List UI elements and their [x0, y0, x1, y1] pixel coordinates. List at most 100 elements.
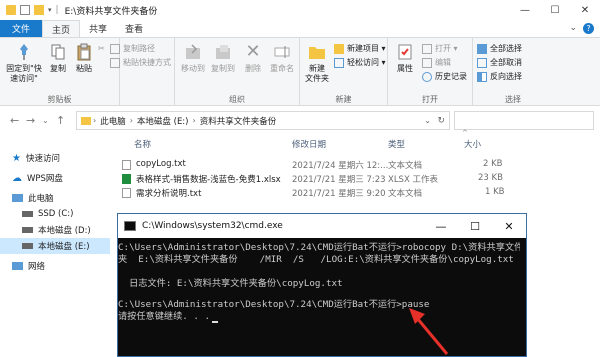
quick-access-toolbar: ▾ |: [0, 5, 59, 15]
nav-local-d[interactable]: 本地磁盘 (D:): [0, 222, 110, 238]
move-to-label: 移动到: [181, 64, 205, 73]
cmd-minimize-button[interactable]: —: [424, 214, 458, 238]
drive-icon: [22, 243, 33, 249]
refresh-icon[interactable]: ↻: [437, 116, 445, 126]
new-item-button[interactable]: 新建项目 ▾: [334, 43, 386, 54]
select-none-label: 全部取消: [490, 58, 522, 67]
file-date: 2021/7/21 星期三 7:23: [292, 175, 386, 185]
column-header-size[interactable]: 大小: [464, 138, 481, 150]
copy-to-button[interactable]: 复制到: [209, 42, 237, 74]
select-all-label: 全部选择: [490, 44, 522, 53]
new-item-icon: [334, 43, 344, 54]
delete-button[interactable]: ✕ 删除: [241, 42, 265, 74]
nav-network[interactable]: 网络: [0, 258, 110, 274]
help-icon[interactable]: ?: [583, 23, 594, 34]
select-none-button[interactable]: 全部取消: [477, 57, 522, 68]
address-dropdown-icon[interactable]: ⌄: [424, 116, 431, 125]
select-none-icon: [477, 57, 487, 68]
nav-ssd-c[interactable]: SSD (C:): [0, 206, 110, 222]
up-arrow-icon[interactable]: ↑: [56, 114, 65, 127]
properties-icon[interactable]: [20, 5, 30, 15]
history-button[interactable]: 历史记录: [422, 71, 467, 82]
console-line: 请按任意键继续. . .: [118, 311, 210, 322]
nav-this-pc[interactable]: 此电脑: [0, 190, 110, 206]
nav-local-e[interactable]: 本地磁盘 (E:): [0, 238, 110, 254]
close-button[interactable]: ✕: [570, 0, 600, 20]
minimize-button[interactable]: —: [510, 0, 540, 20]
move-to-icon: [182, 42, 204, 62]
file-type: 文本文档: [388, 161, 423, 171]
file-date: 2021/7/24 星期六 12:...: [292, 161, 389, 171]
nav-quick-access-label: 快速访问: [25, 154, 60, 164]
collapse-chevron-icon[interactable]: ^: [462, 129, 468, 137]
open-group-label: 打开: [422, 95, 438, 104]
select-group-label: 选择: [505, 95, 521, 104]
folder-icon: [6, 5, 16, 15]
open-group: 属性 打开 ▾ 编辑 历史记录 打开: [388, 38, 473, 107]
tab-home[interactable]: 主页: [42, 20, 81, 37]
breadcrumb-folder[interactable]: 资料共享文件夹备份: [200, 115, 277, 127]
cmd-scrollbar[interactable]: [520, 238, 526, 356]
breadcrumb-this-pc[interactable]: 此电脑: [100, 115, 126, 127]
text-cursor: [211, 320, 218, 323]
file-size: 1 KB: [485, 187, 505, 197]
cloud-icon: ☁: [12, 172, 22, 184]
excel-file-icon: [122, 174, 131, 184]
edit-icon: [422, 57, 432, 68]
move-to-button[interactable]: 移动到: [179, 42, 207, 74]
properties-label: 属性: [397, 64, 413, 73]
column-header-name[interactable]: 名称: [134, 138, 151, 150]
open-button[interactable]: 打开 ▾: [422, 43, 458, 54]
search-input[interactable]: [454, 111, 594, 130]
new-group-label: 新建: [335, 95, 352, 104]
cmd-maximize-button[interactable]: ☐: [458, 214, 492, 238]
new-group: 新建 文件夹 新建项目 ▾ 轻松访问 ▾ 新建: [300, 38, 388, 107]
easy-access-button[interactable]: 轻松访问 ▾: [334, 57, 386, 68]
file-type: 文本文档: [388, 189, 423, 199]
column-header-type[interactable]: 类型: [388, 138, 405, 150]
cmd-title-bar[interactable]: C:\Windows\system32\cmd.exe — ☐ ✕: [118, 214, 526, 238]
computer-icon: [12, 194, 23, 202]
file-date: 2021/7/21 星期三 9:20: [292, 189, 386, 199]
tab-share[interactable]: 共享: [80, 20, 116, 37]
breadcrumb-drive-e[interactable]: 本地磁盘 (E:): [137, 115, 189, 127]
text-file-icon: [122, 188, 131, 198]
cmd-title: C:\Windows\system32\cmd.exe: [142, 221, 283, 231]
ribbon-tabs: 文件 主页 共享 查看 ⌄ ?: [0, 20, 600, 37]
address-bar[interactable]: › 此电脑 › 本地磁盘 (E:) › 资料共享文件夹备份 ⌄ ↻: [76, 111, 450, 130]
tab-file[interactable]: 文件: [0, 20, 42, 37]
chevron-down-icon[interactable]: ▾: [48, 6, 52, 14]
column-header-date[interactable]: 修改日期: [292, 138, 326, 150]
properties-button[interactable]: 属性: [392, 42, 418, 74]
new-folder-icon[interactable]: [34, 5, 44, 15]
cmd-window[interactable]: C:\Windows\system32\cmd.exe — ☐ ✕ C:\Use…: [117, 213, 527, 357]
select-all-icon: [477, 43, 487, 54]
file-row[interactable]: 表格样式-销售数据-浅蓝色-免费1.xlsx 2021/7/21 星期三 7:2…: [110, 173, 600, 185]
file-size: 2 KB: [483, 159, 503, 169]
select-all-button[interactable]: 全部选择: [477, 43, 522, 54]
rename-button[interactable]: 重命名: [267, 42, 297, 74]
select-group: 全部选择 全部取消 反向选择 选择: [473, 38, 553, 107]
drive-icon: [22, 227, 33, 233]
new-folder-button[interactable]: 新建 文件夹: [302, 42, 332, 84]
back-arrow-icon[interactable]: ←: [10, 114, 19, 127]
maximize-button[interactable]: ☐: [540, 0, 570, 20]
chevron-right-icon: ›: [93, 116, 97, 125]
chevron-right-icon: ›: [129, 116, 133, 125]
address-row: ← → ⌄ ↑ › 此电脑 › 本地磁盘 (E:) › 资料共享文件夹备份 ⌄ …: [0, 106, 600, 134]
cmd-close-button[interactable]: ✕: [492, 214, 526, 238]
forward-arrow-icon[interactable]: →: [26, 114, 35, 127]
file-row[interactable]: 需求分析说明.txt 2021/7/21 星期三 9:20 文本文档 1 KB: [110, 187, 600, 199]
invert-selection-button[interactable]: 反向选择: [477, 71, 522, 82]
easy-access-icon: [334, 57, 344, 68]
tab-view[interactable]: 查看: [116, 20, 152, 37]
cmd-console[interactable]: C:\Users\Administrator\Desktop\7.24\CMD运…: [118, 238, 526, 356]
file-name: 需求分析说明.txt: [136, 189, 202, 199]
recent-chevron-icon[interactable]: ⌄: [42, 116, 49, 125]
nav-quick-access[interactable]: ★ 快速访问: [0, 150, 110, 166]
nav-ssd-label: SSD (C:): [38, 209, 74, 219]
chevron-down-icon[interactable]: ⌄: [569, 23, 577, 34]
edit-button[interactable]: 编辑: [422, 57, 451, 68]
nav-wps[interactable]: ☁ WPS网盘: [0, 170, 110, 186]
file-row[interactable]: copyLog.txt 2021/7/24 星期六 12:... 文本文档 2 …: [110, 159, 600, 171]
